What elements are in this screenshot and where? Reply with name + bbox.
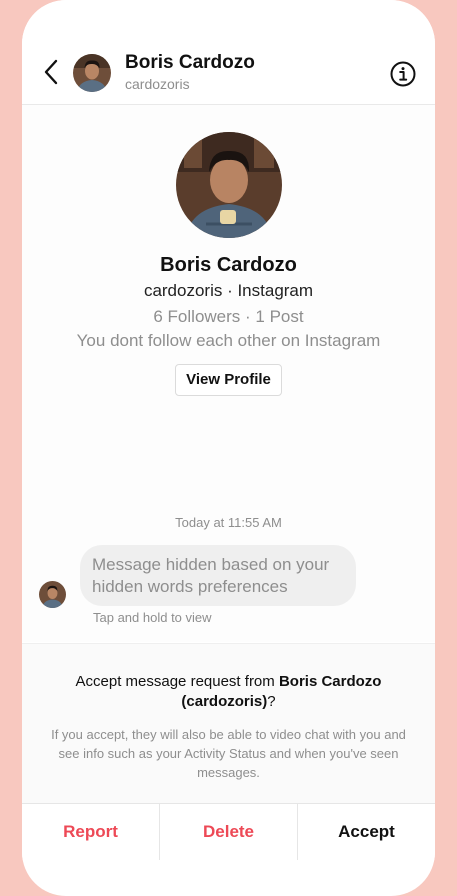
header-name[interactable]: Boris Cardozo: [125, 52, 255, 74]
back-chevron-icon[interactable]: [40, 58, 64, 86]
request-note: If you accept, they will also be able to…: [51, 727, 406, 780]
accept-button[interactable]: Accept: [298, 804, 435, 860]
request-prompt-suffix: ?: [267, 693, 276, 710]
profile-subtitle: cardozoris · Instagram: [143, 281, 314, 300]
request-prompt: Accept message request from Boris Cardoz…: [22, 673, 435, 690]
message-avatar: [39, 581, 66, 608]
delete-button[interactable]: Delete: [160, 804, 298, 860]
header-username: cardozoris: [125, 76, 190, 92]
profile-name: Boris Cardozo: [160, 254, 297, 276]
follow-status: You dont follow each other on Instagram: [76, 331, 381, 350]
requester-handle: (cardozoris): [181, 693, 268, 710]
hidden-message-bubble[interactable]: Message hidden based on your hidden word…: [80, 545, 356, 606]
profile-avatar[interactable]: [176, 132, 282, 238]
phone-screen: Boris Cardozo cardozoris Boris Cardozo c…: [22, 0, 435, 896]
info-icon[interactable]: [390, 61, 416, 87]
thread-content: Boris Cardozo cardozoris · Instagram 6 F…: [22, 105, 435, 642]
request-prompt-handle: (cardozoris)?: [22, 693, 435, 710]
view-profile-button[interactable]: View Profile: [175, 364, 282, 396]
request-actions: Report Delete Accept: [22, 803, 435, 860]
message-request-panel: Accept message request from Boris Cardoz…: [22, 643, 435, 804]
request-prompt-prefix: Accept message request from: [75, 673, 275, 690]
message-timestamp: Today at 11:55 AM: [175, 515, 282, 530]
header-avatar[interactable]: [73, 54, 111, 92]
report-button[interactable]: Report: [22, 804, 160, 860]
conversation-header: Boris Cardozo cardozoris: [22, 0, 435, 105]
profile-stats: 6 Followers · 1 Post: [153, 307, 304, 326]
requester-name: Boris Cardozo: [278, 673, 382, 690]
tap-hint: Tap and hold to view: [93, 610, 212, 625]
hidden-message-text: Message hidden based on your hidden word…: [92, 555, 330, 596]
